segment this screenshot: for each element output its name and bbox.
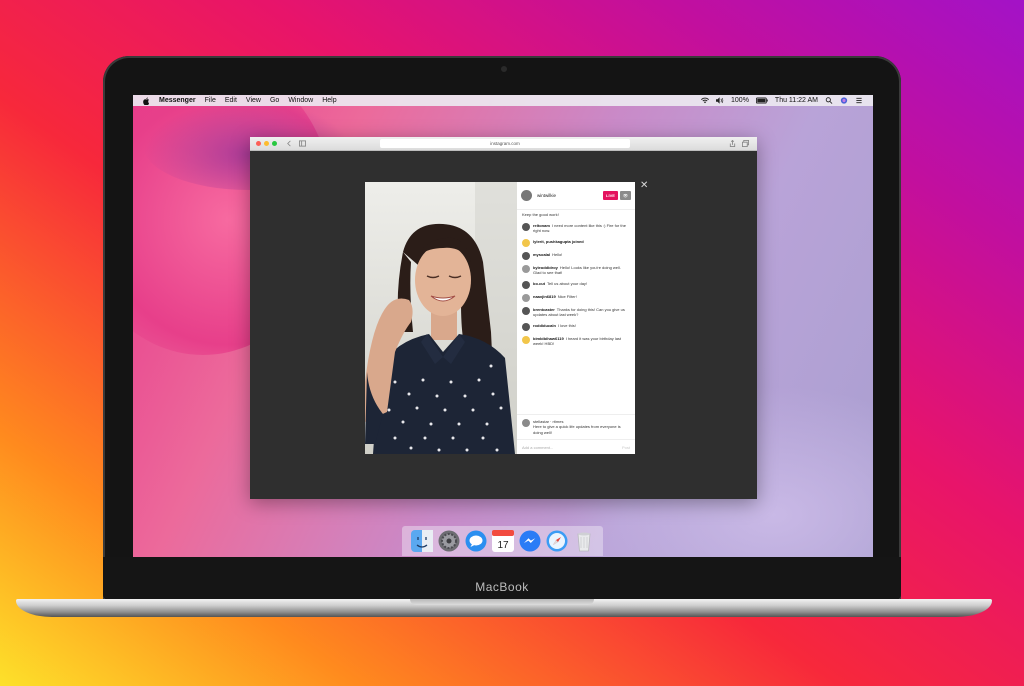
menu-bar: Messenger File Edit View Go Window Help … — [133, 95, 873, 106]
avatar — [522, 264, 530, 273]
menu-window[interactable]: Window — [288, 97, 313, 104]
wifi-icon[interactable] — [701, 97, 710, 104]
maximize-window-icon[interactable] — [272, 141, 277, 146]
siri-icon[interactable] — [840, 97, 848, 104]
avatar — [522, 306, 530, 315]
menu-view[interactable]: View — [246, 97, 261, 104]
list-item: bo.cut Tell us about your day! — [522, 280, 630, 289]
pinned-comment: stellastar · rtimes Here to give a quick … — [517, 413, 635, 440]
list-item: lylerit, pushkagupta joined — [522, 238, 630, 247]
safari-icon[interactable] — [546, 530, 568, 552]
desktop-screen: Messenger File Edit View Go Window Help … — [133, 95, 873, 557]
post-button[interactable]: Post — [622, 445, 630, 450]
broadcaster-username[interactable]: wintwilkie — [537, 193, 603, 198]
avatar — [522, 251, 530, 260]
menu-app-name[interactable]: Messenger — [159, 97, 196, 104]
laptop-notch — [410, 599, 594, 605]
avatar — [522, 418, 530, 427]
system-preferences-icon[interactable] — [438, 530, 460, 552]
live-comments-panel: wintwilkie LIVE 👁 Keep the good work! re… — [517, 182, 635, 454]
dock: 17 — [402, 526, 603, 556]
camera — [501, 66, 507, 72]
avatar — [522, 293, 530, 302]
browser-window: instagram.com ✕ wintwilkie LIVE 👁 Keep t… — [250, 137, 757, 499]
apple-icon[interactable] — [142, 97, 151, 105]
avatar — [522, 335, 530, 344]
list-item: reltonam I need more content like this :)… — [522, 222, 630, 234]
battery-percent: 100% — [731, 97, 749, 104]
close-icon[interactable]: ✕ — [640, 181, 648, 191]
volume-icon[interactable] — [716, 97, 724, 104]
avatar — [522, 238, 530, 247]
list-item: naaxjin6819 Nice Filter! — [522, 293, 630, 302]
live-badge: LIVE — [603, 191, 618, 200]
list-item: brentcaster Thanks for doing this! Can yo… — [522, 306, 630, 318]
minimize-window-icon[interactable] — [264, 141, 269, 146]
live-video[interactable] — [365, 182, 517, 454]
menu-clock[interactable]: Thu 11:22 AM — [775, 97, 818, 104]
tabs-icon[interactable] — [742, 140, 749, 147]
list-item: Keep the good work! — [522, 212, 559, 217]
svg-text:17: 17 — [497, 540, 509, 551]
menu-go[interactable]: Go — [270, 97, 279, 104]
url-bar[interactable]: instagram.com — [380, 139, 630, 148]
list-item: roddiducaln I love this! — [522, 322, 630, 331]
sidebar-icon[interactable] — [299, 140, 306, 147]
avatar[interactable] — [521, 190, 532, 201]
laptop-brand-label: MacBook — [475, 580, 529, 594]
comment-input[interactable]: Add a comment... — [522, 445, 553, 450]
avatar — [522, 222, 530, 231]
calendar-icon[interactable]: 17 — [491, 530, 514, 552]
avatar — [522, 280, 530, 289]
menu-list-icon[interactable] — [855, 97, 863, 104]
trash-icon[interactable] — [573, 530, 595, 552]
close-window-icon[interactable] — [256, 141, 261, 146]
menu-help[interactable]: Help — [322, 97, 336, 104]
browser-titlebar: instagram.com — [250, 137, 757, 151]
comment-composer: Add a comment... Post — [517, 440, 635, 454]
battery-icon[interactable] — [755, 97, 768, 104]
messages-icon[interactable] — [465, 530, 487, 552]
share-icon[interactable] — [729, 140, 736, 147]
finder-icon[interactable] — [410, 530, 433, 552]
live-video-dialog: wintwilkie LIVE 👁 Keep the good work! re… — [365, 182, 635, 454]
menu-edit[interactable]: Edit — [225, 97, 237, 104]
list-item: kyleoddidroy Hello! Looks like you're doi… — [522, 264, 630, 276]
avatar — [522, 322, 530, 331]
live-header: wintwilkie LIVE 👁 — [517, 182, 635, 210]
menu-file[interactable]: File — [205, 97, 216, 104]
messenger-icon[interactable] — [519, 530, 541, 552]
viewer-count-icon: 👁 — [619, 191, 631, 200]
search-icon[interactable] — [825, 97, 833, 104]
comment-list[interactable]: Keep the good work! reltonam I need more … — [517, 210, 635, 414]
list-item: bimbibihaw6119 I heard it was your birthd… — [522, 335, 630, 347]
list-item: mysoalal Hello! — [522, 251, 630, 260]
broadcaster-image — [365, 182, 517, 454]
back-icon[interactable] — [286, 140, 293, 147]
